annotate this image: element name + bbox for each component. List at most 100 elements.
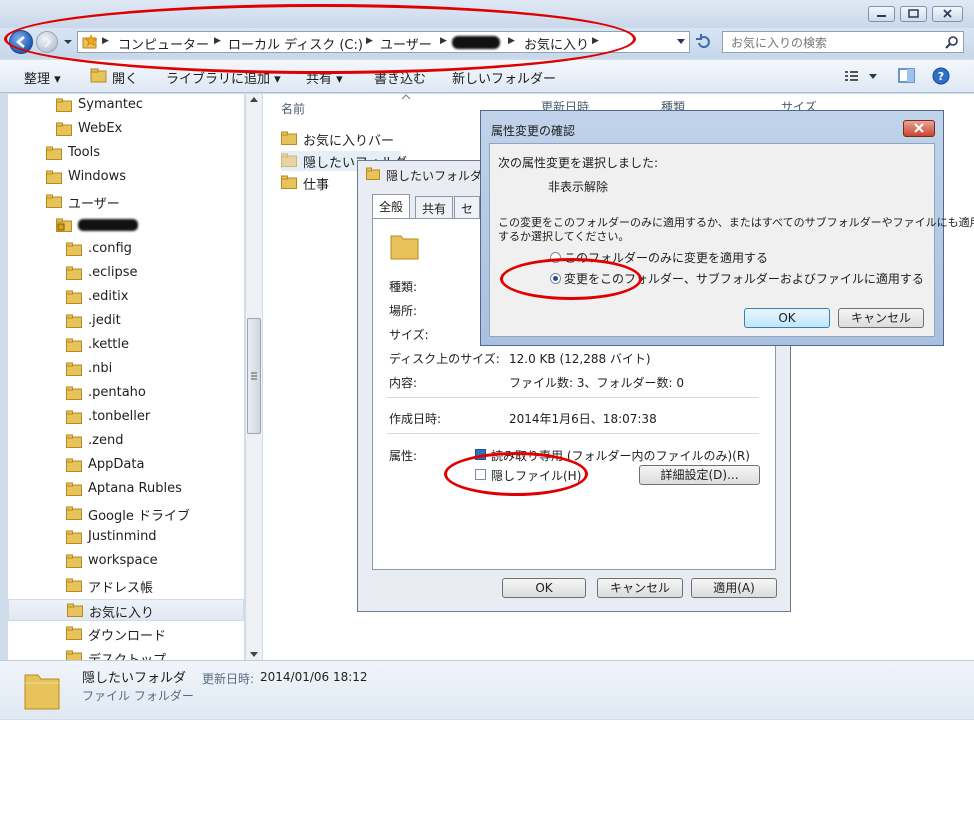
search-icon[interactable] <box>945 35 959 49</box>
close-button[interactable] <box>932 6 963 22</box>
created-label: 作成日時: <box>389 412 442 426</box>
nav-tree-item-label: ユーザー <box>68 197 120 212</box>
search-input[interactable] <box>729 33 938 53</box>
divider <box>387 397 759 398</box>
nav-tree-item[interactable]: .pentaho <box>66 383 244 405</box>
folder-icon <box>46 194 62 208</box>
nav-tree-item-label: AppData <box>88 457 145 472</box>
folder-icon <box>67 603 83 617</box>
locked-folder-icon <box>56 218 72 232</box>
confirm-question-line2: するか選択してください。 <box>498 230 630 243</box>
folder-icon <box>66 650 82 660</box>
nav-tree-item[interactable]: .editix <box>66 287 244 309</box>
folder-icon <box>66 386 82 400</box>
folder-icon <box>56 98 72 112</box>
search-box[interactable] <box>722 31 964 53</box>
nav-tree-item[interactable]: ユーザー <box>46 191 244 213</box>
confirm-intro: 次の属性変更を選択しました: <box>498 156 659 170</box>
folder-icon <box>66 506 82 520</box>
folder-icon <box>66 482 82 496</box>
details-item-name: 隠したいフォルダ <box>82 671 187 686</box>
nav-tree-item[interactable]: .config <box>66 239 244 261</box>
confirm-cancel-button[interactable]: キャンセル <box>838 308 924 328</box>
nav-tree-item[interactable]: .kettle <box>66 335 244 357</box>
size-on-disk-value: 12.0 KB (12,288 バイト) <box>509 352 651 366</box>
nav-tree-item-label: Symantec <box>78 97 144 112</box>
ok-button[interactable]: OK <box>502 578 586 598</box>
refresh-button[interactable] <box>692 31 716 53</box>
address-dropdown-chevron-icon[interactable] <box>676 38 686 46</box>
nav-tree-item[interactable]: .tonbeller <box>66 407 244 429</box>
help-icon[interactable]: ? <box>932 67 950 85</box>
maximize-button[interactable] <box>900 6 927 22</box>
folder-icon <box>66 242 82 256</box>
folder-icon <box>66 338 82 352</box>
redacted-username <box>78 219 138 231</box>
nav-tree-item[interactable]: .nbi <box>66 359 244 381</box>
contents-value: ファイル数: 3、フォルダー数: 0 <box>509 376 684 390</box>
divider <box>387 433 759 434</box>
navigation-scrollbar-thumb[interactable] <box>247 318 261 434</box>
folder-icon <box>66 410 82 424</box>
folder-icon <box>66 458 82 472</box>
confirm-close-button[interactable] <box>903 120 935 137</box>
cancel-button[interactable]: キャンセル <box>597 578 683 598</box>
nav-tree-item[interactable]: .jedit <box>66 311 244 333</box>
nav-tree-item[interactable]: お気に入り <box>8 599 244 621</box>
created-value: 2014年1月6日、18:07:38 <box>509 412 657 426</box>
tab-sharing[interactable]: 共有 <box>415 196 454 218</box>
nav-tree-item-label: Justinmind <box>88 529 157 544</box>
nav-tree-item[interactable]: workspace <box>66 551 244 573</box>
nav-tree-item[interactable]: WebEx <box>56 119 244 141</box>
nav-tree-item[interactable]: ダウンロード <box>66 623 244 645</box>
nav-tree-item-label: ダウンロード <box>88 629 167 644</box>
advanced-button[interactable]: 詳細設定(D)... <box>639 465 760 485</box>
nav-tree-item[interactable]: アドレス帳 <box>66 575 244 597</box>
nav-tree-item[interactable]: デスクトップ <box>66 647 244 660</box>
attributes-label: 属性: <box>389 449 418 463</box>
column-header-name[interactable]: 名前 <box>281 100 305 117</box>
annotation-ellipse-apply-all <box>500 258 642 300</box>
list-item-label: お気に入りバー <box>303 134 395 149</box>
view-options-icon[interactable] <box>844 69 878 83</box>
nav-tree-item[interactable]: Google ドライブ <box>66 503 244 525</box>
nav-tree-item[interactable]: Windows <box>46 167 244 189</box>
nav-tree-item-label: Google ドライブ <box>88 509 190 524</box>
folder-icon <box>281 175 297 189</box>
nav-tree-item[interactable]: Symantec <box>56 95 244 117</box>
organize-button[interactable]: 整理 ▾ <box>24 68 61 87</box>
nav-tree-item[interactable]: Justinmind <box>66 527 244 549</box>
nav-tree-item[interactable]: Tools <box>46 143 244 165</box>
nav-tree-item-label: WebEx <box>78 121 123 136</box>
folder-icon <box>66 626 82 640</box>
nav-tree-item-label: お気に入り <box>89 606 155 621</box>
nav-tree-item[interactable]: .zend <box>66 431 244 453</box>
nav-tree-item-label: .eclipse <box>88 265 138 280</box>
nav-tree-item[interactable]: .eclipse <box>66 263 244 285</box>
open-button[interactable]: 開く <box>112 68 138 87</box>
confirm-ok-button[interactable]: OK <box>744 308 830 328</box>
nav-tree-item-label: Aptana Rubles <box>88 481 182 496</box>
preview-pane-icon[interactable] <box>898 68 916 84</box>
folder-icon <box>66 530 82 544</box>
confirm-attribute-change-dialog: 属性変更の確認 次の属性変更を選択しました: 非表示解除 この変更をこのフォルダ… <box>480 110 974 346</box>
folder-icon <box>66 578 82 592</box>
tab-security[interactable]: セ <box>454 196 481 218</box>
tab-general[interactable]: 全般 <box>372 194 411 218</box>
folder-icon <box>46 170 62 184</box>
confirm-body: 次の属性変更を選択しました: 非表示解除 この変更をこのフォルダーのみに適用する… <box>489 143 974 337</box>
nav-tree-item[interactable]: AppData <box>66 455 244 477</box>
nav-tree-item-label: .pentaho <box>88 385 146 400</box>
new-folder-button[interactable]: 新しいフォルダー <box>452 68 556 87</box>
folder-icon <box>66 290 82 304</box>
folder-icon <box>281 153 297 167</box>
folder-icon <box>66 434 82 448</box>
nav-tree-item-label: .zend <box>88 433 124 448</box>
type-label: 種類: <box>389 280 418 294</box>
nav-tree-item-label: .jedit <box>88 313 121 328</box>
nav-tree-item[interactable]: Aptana Rubles <box>66 479 244 501</box>
minimize-button[interactable] <box>868 6 895 22</box>
nav-tree-item[interactable] <box>56 215 244 237</box>
nav-tree-item-label: デスクトップ <box>88 649 166 660</box>
apply-button[interactable]: 適用(A) <box>691 578 777 598</box>
